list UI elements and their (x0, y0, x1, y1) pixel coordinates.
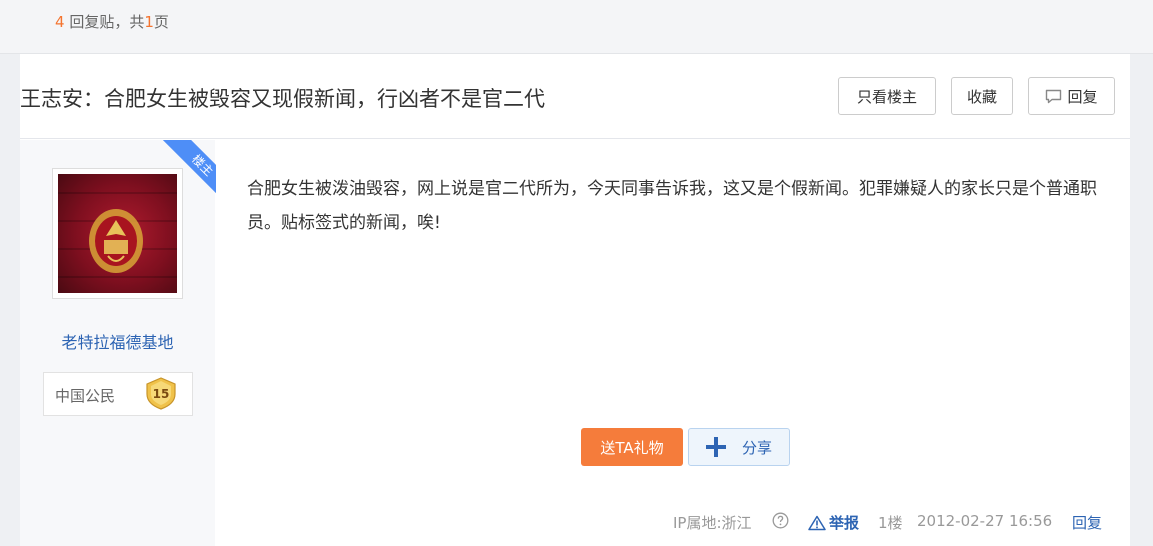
post-content: 合肥女生被泼油毁容，网上说是官二代所为，今天同事告诉我，这又是个假新闻。犯罪嫌疑… (247, 179, 1097, 233)
level-badge-icon: 15 (146, 377, 176, 410)
page-count: 1 (144, 13, 154, 31)
only-op-button[interactable]: 只看楼主 (838, 77, 936, 115)
help-icon[interactable] (772, 512, 789, 529)
reply-link[interactable]: 回复 (1072, 512, 1102, 533)
warning-icon (808, 515, 826, 530)
op-ribbon: 楼主 (160, 140, 216, 196)
post-title-row: 王志安：合肥女生被毁容又现假新闻，行凶者不是官二代 只看楼主 收藏 回复 (20, 54, 1130, 139)
reply-button[interactable]: 回复 (1028, 77, 1115, 115)
author-level-box: 中国公民 15 (43, 372, 193, 416)
plus-icon (705, 437, 726, 457)
author-sidebar: 老特拉福德基地 中国公民 15 (20, 140, 215, 546)
reply-count: 4 (55, 13, 65, 31)
send-gift-button[interactable]: 送TA礼物 (581, 428, 683, 466)
ip-location: IP属地:浙江 (673, 514, 752, 532)
author-username[interactable]: 老特拉福德基地 (20, 329, 215, 353)
report-link[interactable]: 举报 (808, 512, 859, 533)
author-title: 中国公民 (55, 387, 116, 405)
reply-count-info: 4 回复贴，共1页 (55, 11, 169, 32)
post-panel: 王志安：合肥女生被毁容又现假新闻，行凶者不是官二代 只看楼主 收藏 回复 老特拉… (20, 54, 1130, 546)
post-time: 2012-02-27 16:56 (917, 512, 1053, 530)
club-crest-icon (89, 209, 143, 273)
thread-info-bar: 4 回复贴，共1页 (0, 0, 1153, 54)
reply-button-label: 回复 (1067, 87, 1098, 106)
share-button[interactable]: 分享 (688, 428, 790, 466)
op-ribbon-label: 楼主 (188, 151, 216, 179)
page-suffix: 页 (153, 13, 169, 31)
reply-count-label: 回复贴，共 (69, 13, 145, 31)
post-footer: IP属地:浙江 举报 1楼 2012-02-27 16:56 回复 (20, 510, 1110, 532)
share-button-label: 分享 (741, 438, 772, 457)
comment-icon (1046, 89, 1062, 103)
post-title: 王志安：合肥女生被毁容又现假新闻，行凶者不是官二代 (20, 87, 545, 111)
favorite-button[interactable]: 收藏 (951, 77, 1013, 115)
report-label: 举报 (829, 514, 860, 532)
floor-number: 1楼 (878, 514, 903, 532)
author-level: 15 (153, 387, 170, 401)
